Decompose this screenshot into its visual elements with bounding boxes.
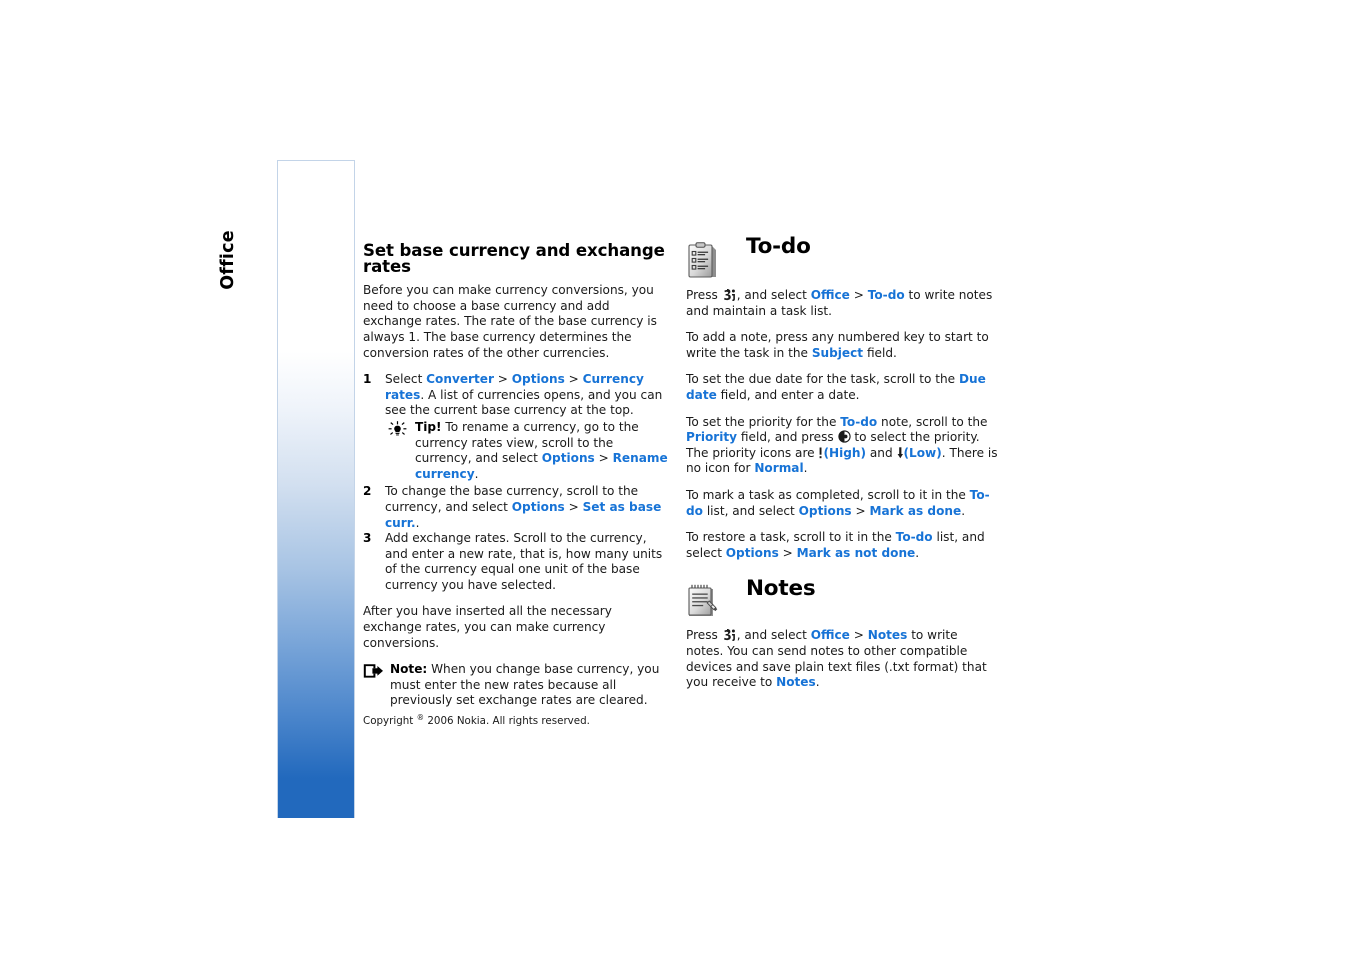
- notepad-pen-icon: [686, 582, 720, 620]
- registered-trademark-icon: ®: [416, 713, 425, 722]
- menu-key-icon: [722, 288, 737, 301]
- todo-paragraph-2: To add a note, press any numbered key to…: [686, 330, 998, 361]
- link-mark-as-done[interactable]: Mark as done: [869, 504, 961, 518]
- text-suffix: .: [803, 461, 808, 476]
- link-office[interactable]: Office: [811, 628, 850, 642]
- step-number: 3: [363, 531, 372, 546]
- step-text-prefix: Select: [385, 372, 427, 387]
- link-todo[interactable]: To-do: [840, 415, 877, 429]
- link-options[interactable]: Options: [799, 504, 852, 518]
- text-prefix: To set the priority for the: [686, 414, 841, 429]
- menu-key-icon: [722, 628, 737, 642]
- right-column: To-do Press , and select Office > To-do …: [686, 236, 998, 702]
- list-item: 3 Add exchange rates. Scroll to the curre…: [363, 531, 671, 593]
- step-text: Add exchange rates. Scroll to the curren…: [385, 531, 663, 592]
- text-suffix: field.: [863, 345, 897, 360]
- priority-low-icon: [897, 446, 904, 459]
- list-item: 2 To change the base currency, scroll to …: [363, 484, 671, 531]
- text-suffix: field, and enter a date.: [716, 387, 860, 402]
- scroll-key-icon: [837, 430, 851, 443]
- separator: >: [851, 503, 870, 518]
- todo-paragraph-5: To mark a task as completed, scroll to i…: [686, 488, 998, 519]
- separator: >: [849, 628, 868, 643]
- text-mid: note, scroll to the: [877, 414, 988, 429]
- page-title: Set base currency and exchange rates: [363, 241, 665, 276]
- link-notes[interactable]: Notes: [776, 675, 816, 689]
- intro-paragraph: Before you can make currency conversions…: [363, 283, 657, 360]
- note-arrow-icon: [363, 663, 385, 679]
- link-options[interactable]: Options: [512, 372, 565, 386]
- clipboard-checklist-icon: [686, 242, 720, 280]
- link-priority[interactable]: Priority: [686, 430, 737, 444]
- page-number: 92: [299, 868, 335, 897]
- tip-label: Tip!: [415, 419, 442, 434]
- copyright-suffix: 2006 Nokia. All rights reserved.: [424, 715, 590, 727]
- document-page: Office 92 Set base currency and exchange…: [0, 0, 1351, 954]
- separator: >: [594, 451, 613, 466]
- copyright-notice: Copyright ® 2006 Nokia. All rights reser…: [363, 713, 590, 727]
- notes-paragraph-1: Press , and select Office > Notes to wri…: [686, 628, 998, 690]
- step-text-suffix: . A list of currencies opens, and you ca…: [385, 387, 663, 418]
- link-todo[interactable]: To-do: [868, 288, 905, 302]
- left-column: Set base currency and exchange rates Bef…: [363, 241, 671, 709]
- text-prefix: To restore a task, scroll to it in the: [686, 530, 896, 545]
- separator: >: [493, 372, 512, 387]
- text-suffix: .: [815, 675, 820, 690]
- link-normal[interactable]: Normal: [754, 461, 803, 475]
- text-prefix: Press: [686, 628, 722, 643]
- step-number: 2: [363, 484, 372, 499]
- text-mid: , and select: [736, 288, 811, 302]
- text-mid: list, and select: [702, 503, 799, 518]
- note-text: When you change base currency, you must …: [390, 662, 660, 708]
- separator: >: [778, 545, 797, 560]
- note-label: Note:: [390, 662, 428, 677]
- step-text-suffix: .: [415, 515, 420, 530]
- separator: >: [564, 372, 583, 387]
- text-prefix: To mark a task as completed, scroll to i…: [686, 487, 970, 502]
- separator: >: [564, 499, 583, 514]
- link-subject[interactable]: Subject: [812, 346, 863, 360]
- tip-block: Tip! To rename a currency, go to the cur…: [385, 420, 671, 482]
- text-suffix: .: [961, 503, 966, 518]
- link-low[interactable]: (Low): [904, 446, 942, 460]
- lightbulb-icon: [388, 421, 408, 437]
- list-item: 1 Select Converter > Options > Currency r…: [363, 372, 671, 482]
- notes-heading: Notes: [746, 576, 816, 602]
- link-high[interactable]: (High): [823, 446, 866, 460]
- link-todo[interactable]: To-do: [896, 530, 933, 544]
- todo-heading: To-do: [746, 234, 811, 259]
- link-notes[interactable]: Notes: [868, 628, 908, 642]
- link-office[interactable]: Office: [811, 288, 850, 302]
- todo-paragraph-1: Press , and select Office > To-do to wri…: [686, 288, 998, 319]
- link-options[interactable]: Options: [726, 546, 779, 560]
- step-number: 1: [363, 372, 372, 387]
- link-converter[interactable]: Converter: [426, 372, 494, 386]
- after-paragraph: After you have inserted all the necessar…: [363, 604, 612, 650]
- text-suffix: .: [915, 545, 920, 560]
- copyright-prefix: Copyright: [363, 715, 417, 727]
- steps-list: 1 Select Converter > Options > Currency r…: [363, 372, 671, 593]
- notes-section-header: Notes: [686, 576, 998, 624]
- tip-text-suffix: .: [474, 466, 479, 481]
- text-mid: field, and press: [737, 430, 838, 445]
- chapter-sidebar: Office 92: [218, 160, 355, 897]
- text-mid: and: [866, 445, 897, 460]
- link-options[interactable]: Options: [542, 451, 595, 465]
- todo-paragraph-6: To restore a task, scroll to it in the T…: [686, 530, 998, 561]
- text-prefix: To set the due date for the task, scroll…: [686, 372, 959, 387]
- link-options[interactable]: Options: [512, 500, 565, 514]
- todo-paragraph-3: To set the due date for the task, scroll…: [686, 372, 998, 403]
- chapter-label: Office: [218, 230, 238, 290]
- note-block: Note: When you change base currency, you…: [363, 662, 671, 709]
- separator: >: [849, 288, 868, 302]
- todo-paragraph-4: To set the priority for the To-do note, …: [686, 415, 998, 477]
- text-mid: , and select: [736, 628, 811, 643]
- todo-section-header: To-do: [686, 236, 998, 284]
- link-mark-as-not-done[interactable]: Mark as not done: [797, 546, 916, 560]
- text-prefix: Press: [686, 288, 722, 302]
